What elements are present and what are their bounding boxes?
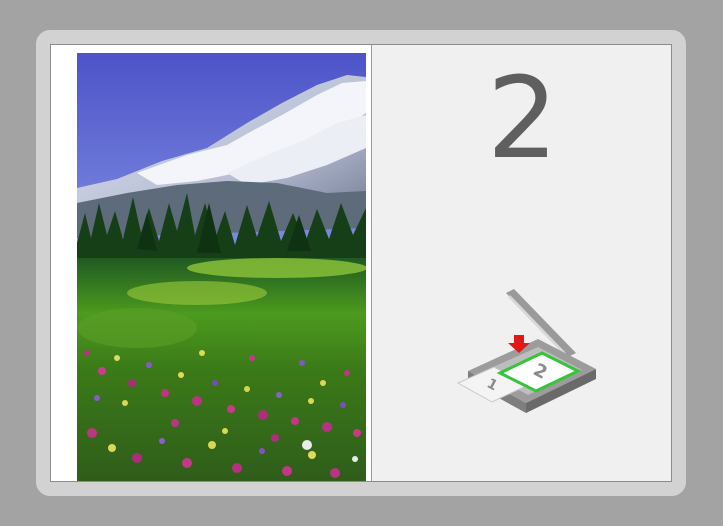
instruction-pane: 2 1 2 <box>372 45 671 481</box>
scanner-platen-icon: 1 2 <box>456 289 596 413</box>
step-number: 2 <box>486 54 558 184</box>
scanned-photo <box>77 53 366 481</box>
scan-preview-frame: 2 1 2 <box>36 30 686 496</box>
scanned-image-pane <box>51 45 372 481</box>
preview-container: 2 1 2 <box>50 44 672 482</box>
